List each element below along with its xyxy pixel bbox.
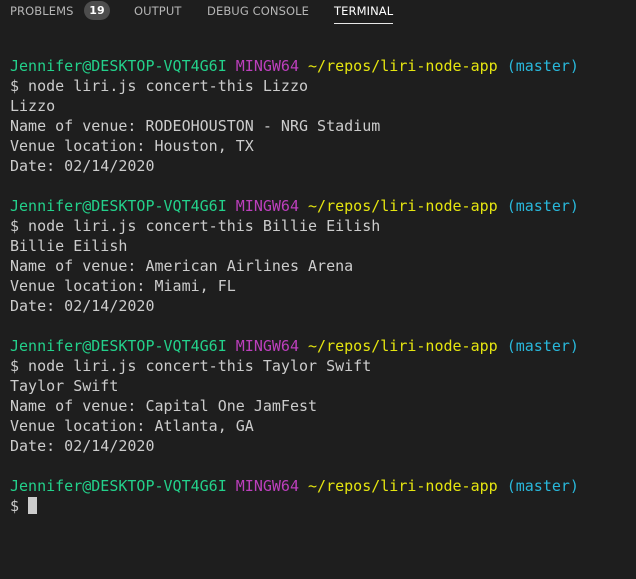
prompt-env: MINGW64 (235, 337, 299, 355)
output-artist: Taylor Swift (10, 377, 119, 395)
output-venue: Name of venue: Capital One JamFest (10, 397, 318, 415)
prompt-branch: (master) (506, 57, 579, 75)
output-venue: Name of venue: American Airlines Arena (10, 257, 354, 275)
tab-problems[interactable]: PROBLEMS (10, 3, 74, 19)
prompt-user: Jennifer@DESKTOP-VQT4G6I (10, 477, 227, 495)
prompt-user: Jennifer@DESKTOP-VQT4G6I (10, 57, 227, 75)
prompt-env: MINGW64 (235, 57, 299, 75)
prompt-user: Jennifer@DESKTOP-VQT4G6I (10, 337, 227, 355)
output-artist: Lizzo (10, 97, 56, 115)
command-line: $ node liri.js concert-this Billie Eilis… (10, 217, 381, 235)
prompt-line: Jennifer@DESKTOP-VQT4G6I MINGW64 ~/repos… (10, 336, 630, 356)
tab-output[interactable]: OUTPUT (134, 3, 181, 19)
output-location: Venue location: Houston, TX (10, 137, 254, 155)
prompt-line: Jennifer@DESKTOP-VQT4G6I MINGW64 ~/repos… (10, 196, 630, 216)
output-date: Date: 02/14/2020 (10, 297, 155, 315)
output-venue: Name of venue: RODEOHOUSTON - NRG Stadiu… (10, 117, 381, 135)
prompt-env: MINGW64 (235, 477, 299, 495)
tab-debug-console[interactable]: DEBUG CONSOLE (207, 3, 309, 19)
prompt-symbol: $ (10, 497, 20, 515)
prompt-path: ~/repos/liri-node-app (308, 477, 498, 495)
input-line[interactable]: $ (10, 496, 630, 516)
prompt-branch: (master) (506, 477, 579, 495)
terminal-cursor[interactable] (28, 497, 38, 514)
output-date: Date: 02/14/2020 (10, 437, 155, 455)
prompt-branch: (master) (506, 197, 579, 215)
prompt-path: ~/repos/liri-node-app (308, 197, 498, 215)
command-line: $ node liri.js concert-this Lizzo (10, 77, 309, 95)
prompt-path: ~/repos/liri-node-app (308, 57, 498, 75)
vscode-panel: PROBLEMS 19 OUTPUT DEBUG CONSOLE TERMINA… (0, 0, 636, 579)
output-location: Venue location: Miami, FL (10, 277, 236, 295)
tab-terminal[interactable]: TERMINAL (334, 3, 394, 24)
prompt-branch: (master) (506, 337, 579, 355)
problems-count-badge: 19 (84, 1, 110, 20)
command-line: $ node liri.js concert-this Taylor Swift (10, 357, 372, 375)
terminal-output[interactable]: Jennifer@DESKTOP-VQT4G6I MINGW64 ~/repos… (10, 56, 630, 516)
output-location: Venue location: Atlanta, GA (10, 417, 254, 435)
output-artist: Billie Eilish (10, 237, 128, 255)
prompt-env: MINGW64 (235, 197, 299, 215)
prompt-path: ~/repos/liri-node-app (308, 337, 498, 355)
prompt-line: Jennifer@DESKTOP-VQT4G6I MINGW64 ~/repos… (10, 56, 630, 76)
panel-tab-bar: PROBLEMS 19 OUTPUT DEBUG CONSOLE TERMINA… (0, 0, 636, 24)
prompt-user: Jennifer@DESKTOP-VQT4G6I (10, 197, 227, 215)
prompt-line: Jennifer@DESKTOP-VQT4G6I MINGW64 ~/repos… (10, 476, 630, 496)
output-date: Date: 02/14/2020 (10, 157, 155, 175)
